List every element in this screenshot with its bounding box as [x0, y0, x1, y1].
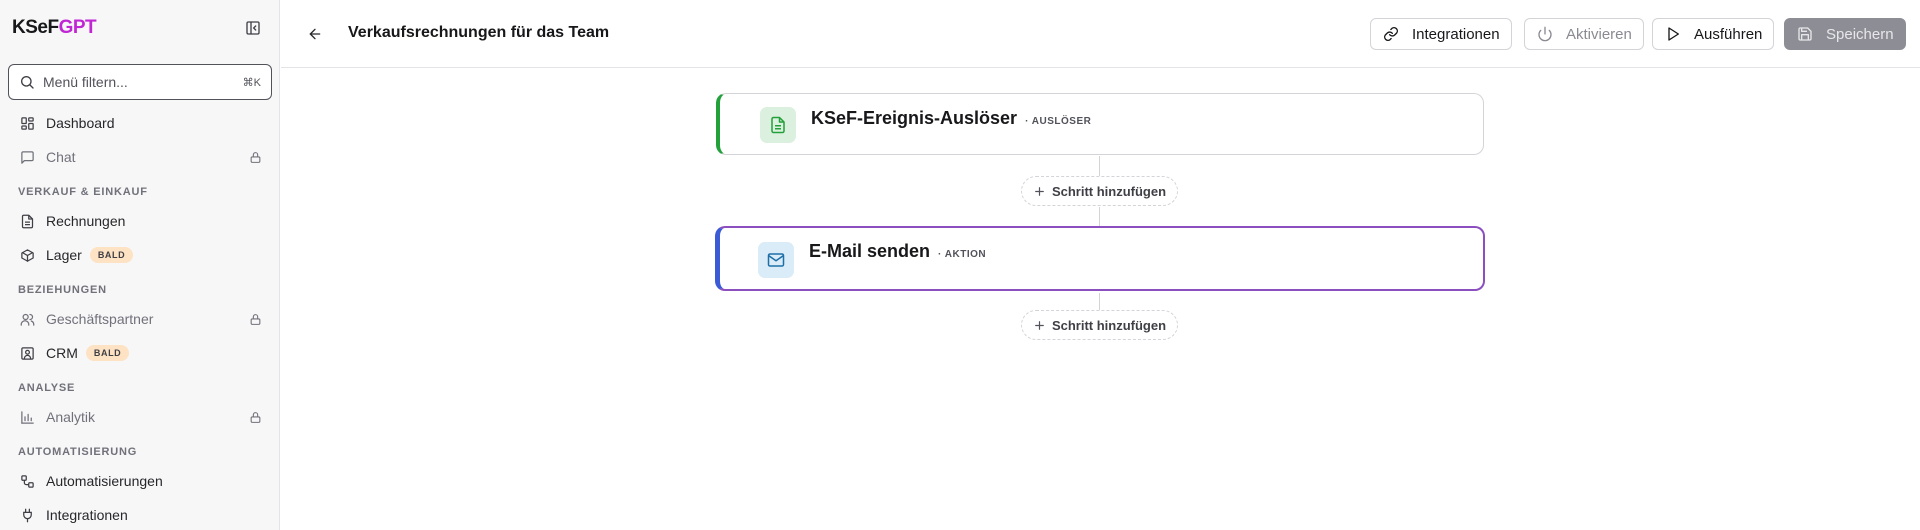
lock-icon	[249, 313, 262, 326]
chat-icon	[18, 148, 36, 166]
sidebar-item-automatisierungen[interactable]: Automatisierungen	[0, 464, 279, 498]
save-button[interactable]: Speichern	[1784, 18, 1906, 50]
sidebar-item-integrationen[interactable]: Integrationen	[0, 498, 279, 530]
sidebar-item-label: Chat	[46, 149, 76, 165]
plus-icon	[1033, 319, 1046, 332]
section-title: VERKAUF & EINKAUF	[18, 186, 148, 198]
sidebar-item-crm[interactable]: CRM BALD	[0, 336, 279, 370]
logo[interactable]: KSeFGPT	[12, 17, 97, 39]
integrations-button-label: Integrationen	[1412, 25, 1500, 43]
save-icon	[1796, 25, 1814, 43]
run-button[interactable]: Ausführen	[1652, 18, 1775, 50]
logo-part2: GPT	[58, 17, 97, 38]
sidebar-item-label: Lager	[46, 247, 82, 263]
power-icon	[1536, 25, 1554, 43]
section-title: BEZIEHUNGEN	[18, 284, 107, 296]
status-badge: BALD	[89, 247, 134, 263]
menu-filter-input[interactable]	[43, 74, 243, 90]
action-title: E-Mail senden	[809, 241, 931, 261]
integrations-button[interactable]: Integrationen	[1370, 18, 1512, 50]
action-tag: · AKTION	[938, 249, 987, 260]
action-node-title: E-Mail senden · AKTION	[809, 241, 986, 262]
file-text-icon	[760, 107, 796, 143]
sidebar-item-geschaeftspartner[interactable]: Geschäftspartner	[0, 302, 279, 336]
contact-icon	[18, 344, 36, 362]
add-step-label: Schritt hinzufügen	[1051, 183, 1167, 199]
link-icon	[1382, 25, 1400, 43]
connector-line	[1099, 207, 1100, 226]
section-title: ANALYSE	[18, 382, 76, 394]
action-node[interactable]: E-Mail senden · AKTION	[715, 226, 1485, 291]
status-badge: BALD	[85, 345, 130, 361]
brand-row: KSeFGPT	[12, 16, 264, 40]
play-icon	[1664, 25, 1682, 43]
add-step-button[interactable]: Schritt hinzufügen	[1021, 176, 1178, 206]
trigger-title: KSeF-Ereignis-Auslöser	[811, 108, 1018, 128]
sidebar-item-label: Automatisierungen	[46, 473, 163, 489]
sidebar-item-lager[interactable]: Lager BALD	[0, 238, 279, 272]
file-text-icon	[18, 212, 36, 230]
page-title: Verkaufsrechnungen für das Team	[348, 24, 610, 41]
add-step-button[interactable]: Schritt hinzufügen	[1021, 310, 1178, 340]
activate-button-label: Aktivieren	[1566, 25, 1632, 43]
sidebar-item-label: CRM	[46, 345, 78, 361]
section-title: AUTOMATISIERUNG	[18, 446, 138, 458]
sidebar-item-rechnungen[interactable]: Rechnungen	[0, 204, 279, 238]
workflow-icon	[18, 472, 36, 490]
add-step-label: Schritt hinzufügen	[1051, 317, 1167, 333]
bar-chart-icon	[18, 408, 36, 426]
trigger-node-title: KSeF-Ereignis-Auslöser · AUSLÖSER	[811, 108, 1091, 129]
plug-icon	[18, 506, 36, 524]
dashboard-icon	[18, 114, 36, 132]
search-icon	[19, 74, 35, 90]
lock-icon	[249, 411, 262, 424]
mail-icon	[758, 242, 794, 278]
sidebar-item-analytik[interactable]: Analytik	[0, 400, 279, 434]
save-button-label: Speichern	[1826, 25, 1894, 43]
menu-filter[interactable]: ⌘K	[8, 64, 272, 100]
sidebar-item-label: Geschäftspartner	[46, 311, 154, 327]
sidebar-item-label: Dashboard	[46, 115, 115, 131]
package-icon	[18, 246, 36, 264]
connector-line	[1099, 293, 1100, 310]
sidebar-item-label: Rechnungen	[46, 213, 126, 229]
sidebar-nav: Dashboard Chat VERKAUF & EINKAUF Rechnun…	[0, 106, 279, 530]
top-bar: Verkaufsrechnungen für das Team Integrat…	[281, 0, 1920, 68]
trigger-node[interactable]: KSeF-Ereignis-Auslöser · AUSLÖSER	[716, 93, 1484, 155]
users-icon	[18, 310, 36, 328]
run-button-label: Ausführen	[1694, 25, 1763, 43]
connector-line	[1099, 156, 1100, 176]
logo-part1: KSeF	[12, 17, 59, 38]
sidebar-item-dashboard[interactable]: Dashboard	[0, 106, 279, 140]
sidebar-toggle-icon[interactable]	[242, 17, 264, 39]
sidebar-item-chat[interactable]: Chat	[0, 140, 279, 174]
trigger-tag: · AUSLÖSER	[1025, 116, 1092, 127]
sidebar-item-label: Integrationen	[46, 507, 128, 523]
activate-button[interactable]: Aktivieren	[1524, 18, 1644, 50]
back-arrow-icon[interactable]	[303, 22, 327, 46]
sidebar-item-label: Analytik	[46, 409, 96, 425]
shortcut-hint: ⌘K	[242, 76, 261, 89]
lock-icon	[249, 151, 262, 164]
plus-icon	[1033, 185, 1046, 198]
sidebar: KSeFGPT ⌘K Dashboard Chat VERKAU	[0, 0, 280, 530]
